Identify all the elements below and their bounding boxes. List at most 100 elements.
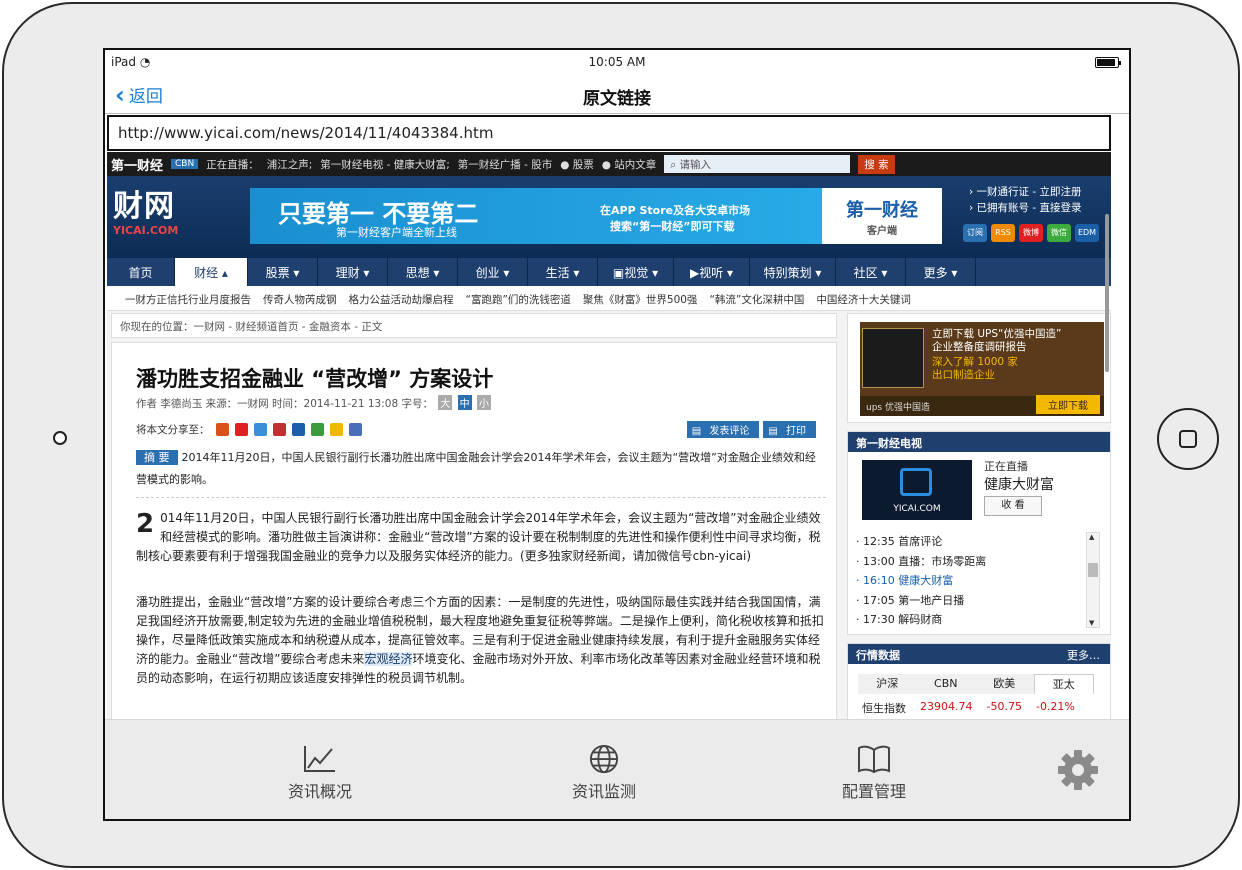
- subscribe-icon[interactable]: 订阅: [963, 224, 987, 242]
- top-logo[interactable]: 第一财经: [111, 155, 163, 174]
- schedule-item[interactable]: 12:35 首席评论: [856, 532, 1086, 552]
- sub-nav-link[interactable]: “韩流”文化深耕中国: [709, 292, 804, 310]
- share-douban-icon[interactable]: [310, 423, 324, 436]
- share-people-icon[interactable]: [291, 423, 305, 436]
- nav-community[interactable]: 社区 ▾: [836, 258, 906, 286]
- tv-thumbnail[interactable]: YICAI.COM: [862, 460, 972, 520]
- scroll-thumb[interactable]: [1088, 563, 1098, 577]
- home-button-icon: [1179, 430, 1197, 448]
- font-size-small[interactable]: 小: [477, 395, 491, 410]
- tv-panel: 第一财经电视 YICAI.COM 正在直播 健康大财富 收 看 12:35 首席…: [847, 431, 1111, 635]
- nav-wealth[interactable]: 理财 ▾: [318, 258, 388, 286]
- market-tab[interactable]: CBN: [917, 674, 976, 694]
- rss-icon[interactable]: RSS: [991, 224, 1015, 242]
- nav-video[interactable]: ▶视听 ▾: [674, 258, 750, 286]
- status-time: 10:05 AM: [588, 55, 646, 69]
- live-item[interactable]: 浦江之声;: [267, 157, 313, 172]
- live-item[interactable]: 第一财经电视 - 健康大财富;: [320, 157, 450, 172]
- tab-config[interactable]: 配置管理: [819, 744, 929, 802]
- index-value: 23904.74: [920, 700, 973, 713]
- report-cover-image: [862, 328, 924, 388]
- watch-button[interactable]: 收 看: [984, 496, 1042, 516]
- cbn-badge: CBN: [171, 159, 199, 169]
- market-tab[interactable]: 沪深: [858, 674, 917, 694]
- chart-line-icon: [304, 746, 335, 772]
- radio-site[interactable]: ● 站内文章: [602, 157, 657, 172]
- site-search-button[interactable]: 搜 索: [858, 154, 895, 174]
- nav-stocks[interactable]: 股票 ▾: [248, 258, 318, 286]
- web-view[interactable]: 第一财经 CBN 正在直播： 浦江之声; 第一财经电视 - 健康大财富; 第一财…: [107, 152, 1111, 719]
- register-link[interactable]: › 一财通行证 - 立即注册: [969, 184, 1082, 200]
- share-renren-icon[interactable]: [272, 423, 286, 436]
- sub-nav-link[interactable]: 聚焦《财富》世界500强: [583, 292, 698, 310]
- article-title: 潘功胜支招金融业 “营改增” 方案设计: [136, 367, 494, 391]
- weibo-icon[interactable]: 微博: [1019, 224, 1043, 242]
- scroll-down-icon[interactable]: ▼: [1089, 619, 1094, 627]
- url-field[interactable]: http://www.yicai.com/news/2014/11/404338…: [107, 115, 1111, 151]
- account-links: › 一财通行证 - 立即注册 › 已拥有账号 - 直接登录: [969, 184, 1082, 216]
- nav-life[interactable]: 生活 ▾: [528, 258, 598, 286]
- wechat-icon[interactable]: 微信: [1047, 224, 1071, 242]
- site-logo[interactable]: 财网 YICAI.COM: [113, 190, 178, 238]
- market-panel: 行情数据 更多… 沪深 CBN 欧美 亚太 恒生指数 23904.74 -50.…: [847, 643, 1111, 719]
- login-link[interactable]: › 已拥有账号 - 直接登录: [969, 200, 1082, 216]
- schedule-item[interactable]: 17:05 第一地产日播: [856, 591, 1086, 611]
- market-more-link[interactable]: 更多…: [1067, 647, 1100, 663]
- live-label: 正在直播：: [206, 158, 259, 171]
- site-header: 财网 YICAI.COM 只要第一 不要第二 第一财经客户端全新上线 在APP …: [107, 176, 1111, 258]
- font-size-medium[interactable]: 中: [457, 395, 472, 410]
- battery-icon: [1095, 57, 1121, 68]
- promo-banner[interactable]: 只要第一 不要第二 第一财经客户端全新上线 在APP Store及各大安卓市场 …: [250, 188, 942, 244]
- share-more-icon[interactable]: [348, 423, 362, 436]
- sub-nav-link[interactable]: 传奇人物芮成钢: [263, 292, 337, 310]
- schedule-item[interactable]: 13:00 直播：市场零距离: [856, 552, 1086, 572]
- nav-startup[interactable]: 创业 ▾: [458, 258, 528, 286]
- edm-icon[interactable]: EDM: [1075, 224, 1099, 242]
- keyword-link[interactable]: 宏观经济: [364, 652, 413, 666]
- site-main-nav: 首页 财经 ▴ 股票 ▾ 理财 ▾ 思想 ▾ 创业 ▾ 生活 ▾ ▣视觉 ▾ ▶…: [107, 258, 1111, 286]
- ad-download-button[interactable]: 立即下载: [1036, 395, 1100, 414]
- market-tab-active[interactable]: 亚太: [1033, 674, 1094, 694]
- sub-nav-link[interactable]: 中国经济十大关键词: [816, 292, 911, 310]
- print-button[interactable]: ▤ 打印: [763, 421, 816, 438]
- article-abstract: 摘 要 2014年11月20日，中国人民银行副行长潘功胜出席中国金融会计学会201…: [136, 447, 826, 498]
- schedule-scrollbar[interactable]: ▲ ▼: [1086, 532, 1100, 628]
- index-name: 恒生指数: [862, 702, 906, 715]
- site-top-strip: 第一财经 CBN 正在直播： 浦江之声; 第一财经电视 - 健康大财富; 第一财…: [107, 152, 1111, 176]
- status-bar: iPad ◔ 10:05 AM: [105, 50, 1129, 74]
- radio-stock[interactable]: ● 股票: [560, 157, 594, 172]
- share-star-icon[interactable]: [329, 423, 343, 436]
- settings-button[interactable]: [1053, 748, 1103, 796]
- live-item[interactable]: 第一财经广播 - 股市: [458, 157, 552, 172]
- nav-home[interactable]: 首页: [107, 258, 175, 286]
- nav-thought[interactable]: 思想 ▾: [388, 258, 458, 286]
- sub-nav-link[interactable]: 一财方正信托行业月度报告: [125, 292, 251, 310]
- font-size-large[interactable]: 大: [438, 395, 453, 410]
- ups-ad[interactable]: 立即下载 UPS“优强中国造” 企业整备度调研报告 深入了解 1000 家出口制造…: [847, 313, 1111, 423]
- article-panel: 潘功胜支招金融业 “营改增” 方案设计 作者 李德尚玉 来源：一财网 时间：20…: [111, 342, 837, 719]
- market-tab[interactable]: 欧美: [975, 674, 1034, 694]
- schedule-item-current[interactable]: 16:10 健康大财富: [856, 571, 1086, 591]
- nav-more[interactable]: 更多 ▾: [906, 258, 976, 286]
- nav-visual[interactable]: ▣视觉 ▾: [598, 258, 674, 286]
- tab-monitor[interactable]: 资讯监测: [549, 744, 659, 802]
- tv-schedule: 12:35 首席评论 13:00 直播：市场零距离 16:10 健康大财富 17…: [856, 532, 1086, 630]
- schedule-item[interactable]: 17:30 解码财商: [856, 610, 1086, 630]
- share-qzone-icon[interactable]: [215, 423, 229, 436]
- article-meta: 作者 李德尚玉 来源：一财网 时间：2014-11-21 13:08 字号： 大…: [136, 395, 491, 411]
- sub-nav-link[interactable]: “富跑跑”们的洗钱密道: [466, 292, 571, 310]
- comment-button[interactable]: ▤ 发表评论: [686, 421, 760, 438]
- index-change: -50.75: [986, 700, 1022, 713]
- share-tencent-icon[interactable]: [253, 423, 267, 436]
- home-button[interactable]: [1157, 408, 1219, 470]
- tv-program: 健康大财富: [984, 477, 1054, 493]
- index-pct: -0.21%: [1035, 700, 1075, 713]
- site-search-input[interactable]: ⌕ 请输入: [664, 155, 851, 173]
- share-weibo-icon[interactable]: [234, 423, 248, 436]
- sub-nav-link[interactable]: 格力公益活动劫爆启程: [349, 292, 454, 310]
- front-camera: [53, 431, 67, 445]
- tab-overview[interactable]: 资讯概况: [265, 744, 375, 802]
- nav-finance[interactable]: 财经 ▴: [175, 258, 248, 286]
- nav-special[interactable]: 特别策划 ▾: [750, 258, 836, 286]
- scroll-up-icon[interactable]: ▲: [1089, 533, 1094, 541]
